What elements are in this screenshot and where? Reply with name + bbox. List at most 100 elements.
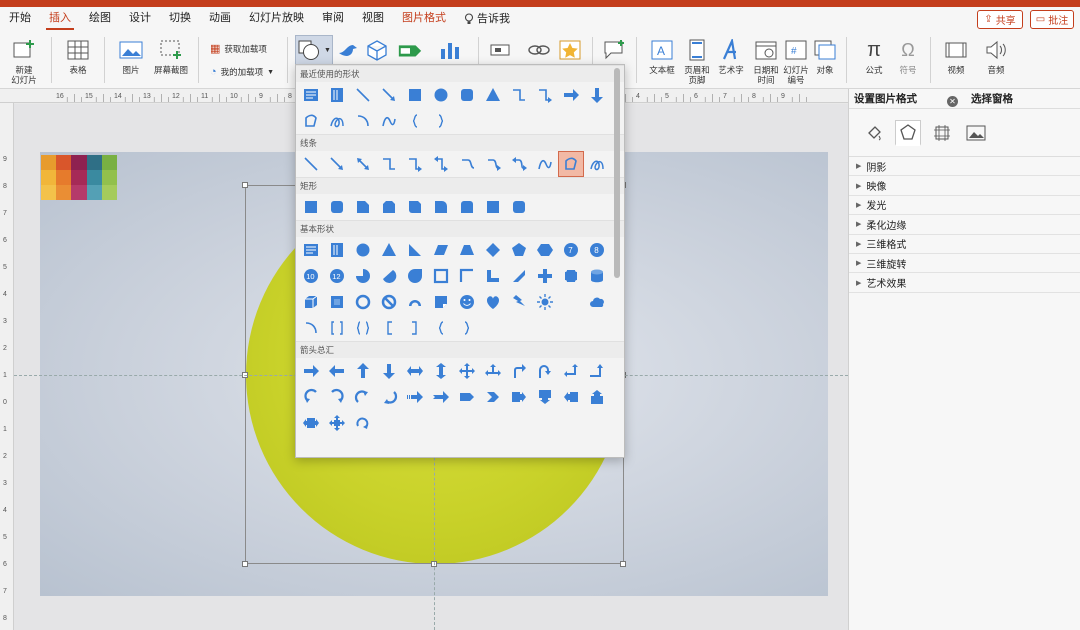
picture-settings-icon[interactable] [963, 120, 989, 146]
shape-rect-icon[interactable] [402, 82, 428, 108]
shape-diagstripe-icon[interactable] [506, 263, 532, 289]
pane-section-3[interactable]: ▶ 柔化边缘 [849, 215, 1080, 235]
shape-snip2-icon[interactable] [376, 194, 402, 220]
wordart-button[interactable]: 艺术字 [714, 37, 748, 75]
shape-pentarrow-icon[interactable] [454, 384, 480, 410]
shape-rtri-icon[interactable] [402, 237, 428, 263]
pane-section-0[interactable]: ▶ 阴影 [849, 157, 1080, 177]
datetime-button[interactable]: 日期和 时间 [750, 37, 782, 85]
shape-scribble-icon[interactable] [584, 151, 610, 177]
video-button[interactable]: 视频 [938, 37, 974, 75]
pane-section-1[interactable]: ▶ 映像 [849, 176, 1080, 196]
shape-parallelogram-icon[interactable] [428, 237, 454, 263]
shape-heptagon-icon[interactable]: 7 [558, 237, 584, 263]
resize-handle[interactable] [620, 561, 626, 567]
shape-dcallout-icon[interactable] [532, 384, 558, 410]
pane-section-6[interactable]: ▶ 艺术效果 [849, 273, 1080, 293]
shape-chevron-icon[interactable] [480, 384, 506, 410]
shape-stripedr-icon[interactable] [402, 384, 428, 410]
tab-design[interactable]: 设计 [120, 7, 160, 31]
shape-curvedd-icon[interactable] [376, 384, 402, 410]
shape-noSymbol-icon[interactable] [376, 289, 402, 315]
pane-section-5[interactable]: ▶ 三维旋转 [849, 254, 1080, 274]
shape-uarrow-icon[interactable] [350, 358, 376, 384]
shape-curve-icon[interactable] [454, 151, 480, 177]
share-button[interactable]: ⇪ 共享 [977, 10, 1023, 29]
shape-freeform-icon[interactable] [298, 108, 324, 134]
shape-freeform-icon[interactable] [558, 151, 584, 177]
shape-curvearrow-icon[interactable] [480, 151, 506, 177]
shape-elbowdbl-icon[interactable] [428, 151, 454, 177]
tab-slideshow[interactable]: 幻灯片放映 [240, 7, 313, 31]
tab-picture-format[interactable]: 图片格式 [393, 7, 455, 31]
header-footer-button[interactable]: 页眉和 页脚 [682, 37, 712, 85]
shape-lbrace-icon[interactable] [428, 315, 454, 341]
comment-button[interactable]: ▭ 批注 [1030, 10, 1074, 29]
dropdown-scrollbar[interactable] [614, 68, 620, 278]
shape-curvedl-icon[interactable] [324, 384, 350, 410]
shape-bentarrow-icon[interactable] [506, 358, 532, 384]
shape-rarrow-icon[interactable] [298, 358, 324, 384]
tell-me[interactable]: 告诉我 [455, 7, 519, 31]
shape-udarrow-icon[interactable] [428, 358, 454, 384]
screenshot-button[interactable]: 屏幕截图 [150, 37, 192, 75]
resize-handle[interactable] [242, 182, 248, 188]
shape-cloud-icon[interactable] [584, 289, 610, 315]
pane-section-2[interactable]: ▶ 发光 [849, 196, 1080, 216]
shape-trapezoid-icon[interactable] [454, 237, 480, 263]
selection-pane-tab[interactable]: 选择窗格 [961, 91, 1013, 106]
shape-round1-icon[interactable] [428, 194, 454, 220]
shape-darrow-icon[interactable] [350, 151, 376, 177]
shape-darrowblk-icon[interactable] [376, 358, 402, 384]
shape-blockarc-icon[interactable] [402, 289, 428, 315]
object-button[interactable]: 对象 [812, 37, 838, 75]
shape-arrowline-icon[interactable] [376, 82, 402, 108]
shape-darrowblk-icon[interactable] [584, 82, 610, 108]
tab-animations[interactable]: 动画 [200, 7, 240, 31]
shape-larrow-icon[interactable] [324, 358, 350, 384]
shape-pie-icon[interactable] [350, 263, 376, 289]
fill-line-icon[interactable] [861, 120, 887, 146]
shape-lrcallout-icon[interactable] [298, 410, 324, 436]
shape-lrup-icon[interactable] [480, 358, 506, 384]
shape-line-icon[interactable] [350, 82, 376, 108]
shape-scribble-icon[interactable] [324, 108, 350, 134]
shape-round2-icon[interactable] [454, 194, 480, 220]
shape-halfframe-icon[interactable] [454, 263, 480, 289]
shape-bevel-icon[interactable] [324, 289, 350, 315]
shape-elbowarrow-icon[interactable] [402, 151, 428, 177]
shape-arc-icon[interactable] [376, 108, 402, 134]
shape-ucallout-icon[interactable] [584, 384, 610, 410]
shape-sun-icon[interactable] [532, 289, 558, 315]
shape-notched-icon[interactable] [428, 384, 454, 410]
shape-pentagon-icon[interactable] [506, 237, 532, 263]
audio-button[interactable]: 音频 [978, 37, 1014, 75]
shape-chord-icon[interactable] [376, 263, 402, 289]
smartart-button[interactable] [394, 37, 426, 65]
shape-plus-icon[interactable] [532, 263, 558, 289]
shape-donut-icon[interactable] [350, 289, 376, 315]
shape-cube-icon[interactable] [298, 289, 324, 315]
shape-folded-icon[interactable] [428, 289, 454, 315]
shape-roundrect-icon[interactable] [324, 194, 350, 220]
shape-lrarrow-icon[interactable] [402, 358, 428, 384]
shape-bentup-icon[interactable] [584, 358, 610, 384]
shape-circle-icon[interactable] [428, 82, 454, 108]
size-position-icon[interactable] [929, 120, 955, 146]
shape-plaque-icon[interactable] [558, 263, 584, 289]
shape-rbracket-icon[interactable] [402, 315, 428, 341]
shapes-button[interactable]: ▼ [295, 35, 333, 65]
shape-arrowline-icon[interactable] [324, 151, 350, 177]
shape-quad-icon[interactable] [454, 358, 480, 384]
shape-rect-icon[interactable] [298, 194, 324, 220]
shape-circarrow-icon[interactable] [350, 410, 376, 436]
shape-triangle-icon[interactable] [480, 82, 506, 108]
shape-circle-icon[interactable] [350, 237, 376, 263]
shape-rbrace-icon[interactable] [454, 315, 480, 341]
3d-models-button[interactable] [364, 37, 390, 65]
symbol-button[interactable]: Ω 符号 [894, 37, 922, 75]
shape-snipround-icon[interactable] [402, 194, 428, 220]
tab-home[interactable]: 开始 [0, 7, 40, 31]
tab-draw[interactable]: 绘图 [80, 7, 120, 31]
shape-roundrect-icon[interactable] [454, 82, 480, 108]
